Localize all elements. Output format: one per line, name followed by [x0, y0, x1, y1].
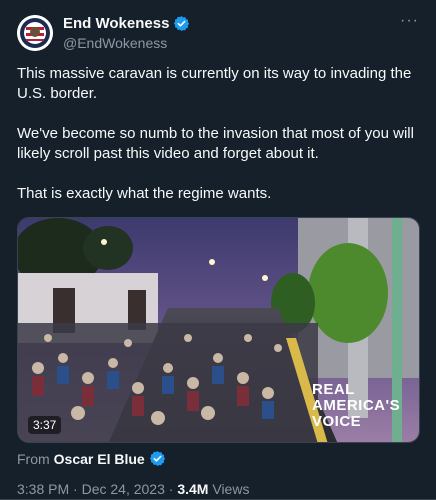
verified-badge-icon: [173, 15, 190, 32]
tweet-paragraph: This massive caravan is currently on its…: [17, 65, 412, 102]
watermark-line: REAL: [312, 381, 355, 398]
views-count: 3.4M: [177, 481, 209, 497]
source-prefix: From: [17, 450, 50, 467]
author-handle[interactable]: @EndWokeness: [63, 35, 167, 51]
tweet-text: This massive caravan is currently on its…: [17, 64, 422, 224]
tweet-time[interactable]: 3:38 PM: [17, 481, 69, 497]
watermark-logo: REAL AMERICA'S VOICE: [312, 382, 400, 430]
more-options-icon[interactable]: ···: [400, 12, 419, 30]
verified-badge-icon: [149, 450, 166, 467]
watermark-line: AMERICA'S: [312, 397, 401, 414]
tweet-paragraph: That is exactly what the regime wants.: [17, 185, 272, 202]
tweet-paragraph: We've become so numb to the invasion tha…: [17, 125, 414, 162]
watermark-line: VOICE: [312, 413, 362, 430]
video-player[interactable]: 3:37 REAL AMERICA'S VOICE: [17, 217, 420, 443]
tweet-date[interactable]: Dec 24, 2023: [82, 481, 165, 497]
avatar[interactable]: [17, 15, 53, 51]
source-name-link[interactable]: Oscar El Blue: [54, 451, 145, 467]
views-label: Views: [212, 481, 250, 497]
tweet-card: End Wokeness @EndWokeness ··· This massi…: [0, 0, 436, 500]
author-display-name[interactable]: End Wokeness: [63, 15, 169, 32]
meta-separator: ·: [73, 481, 78, 497]
video-duration-badge: 3:37: [28, 416, 62, 434]
video-source-attribution: From Oscar El Blue: [17, 450, 166, 467]
author-name-row: End Wokeness: [63, 15, 190, 32]
tweet-meta: 3:38 PM · Dec 24, 2023 · 3.4M Views: [17, 481, 249, 497]
meta-separator: ·: [168, 481, 174, 497]
